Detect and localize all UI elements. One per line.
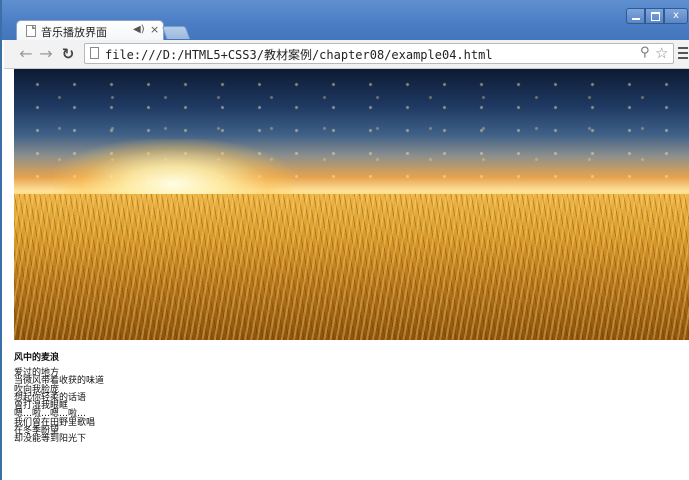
tab-title: 音乐播放界面	[41, 26, 107, 39]
page-content: 风中的麦浪 爱过的地方 当微风带着收获的味道 吹向我脸庞 想起你轻柔的话语 曾打…	[14, 69, 689, 480]
lyric-line: 却没能等到阳光下	[14, 434, 87, 445]
lyrics-list: 爱过的地方 当微风带着收获的味道 吹向我脸庞 想起你轻柔的话语 曾打湿我眼眶 嗯…	[14, 368, 104, 445]
wheat-field-sunset-image	[14, 69, 689, 340]
forward-icon[interactable]: →	[36, 44, 56, 64]
maximize-button[interactable]	[645, 8, 664, 24]
song-title: 风中的麦浪	[14, 353, 60, 363]
browser-window: 音乐播放界面 ◀) × x ← → ↻ file:///D:/HTML5+CSS…	[0, 0, 689, 480]
speaker-icon[interactable]: ◀)	[133, 24, 145, 35]
wheat-field	[14, 194, 689, 340]
title-bar: 音乐播放界面 ◀) × x	[2, 0, 689, 41]
tab-music-player[interactable]: 音乐播放界面 ◀) ×	[16, 20, 164, 41]
menu-icon[interactable]	[678, 47, 688, 62]
url-text[interactable]: file:///D:/HTML5+CSS3/教材案例/chapter08/exa…	[105, 46, 493, 63]
page-icon	[26, 25, 36, 37]
zoom-icon[interactable]: ⚲	[640, 45, 650, 60]
new-tab-button[interactable]	[161, 26, 191, 39]
close-button[interactable]: x	[664, 8, 688, 24]
minimize-button[interactable]	[626, 8, 645, 24]
tab-close-icon[interactable]: ×	[150, 23, 159, 36]
bookmark-star-icon[interactable]: ☆	[655, 44, 668, 62]
file-icon	[90, 47, 99, 59]
address-bar[interactable]: file:///D:/HTML5+CSS3/教材案例/chapter08/exa…	[84, 43, 674, 64]
reload-icon[interactable]: ↻	[58, 44, 78, 64]
browser-toolbar: ← → ↻ file:///D:/HTML5+CSS3/教材案例/chapter…	[4, 40, 689, 69]
back-icon[interactable]: ←	[16, 44, 36, 64]
